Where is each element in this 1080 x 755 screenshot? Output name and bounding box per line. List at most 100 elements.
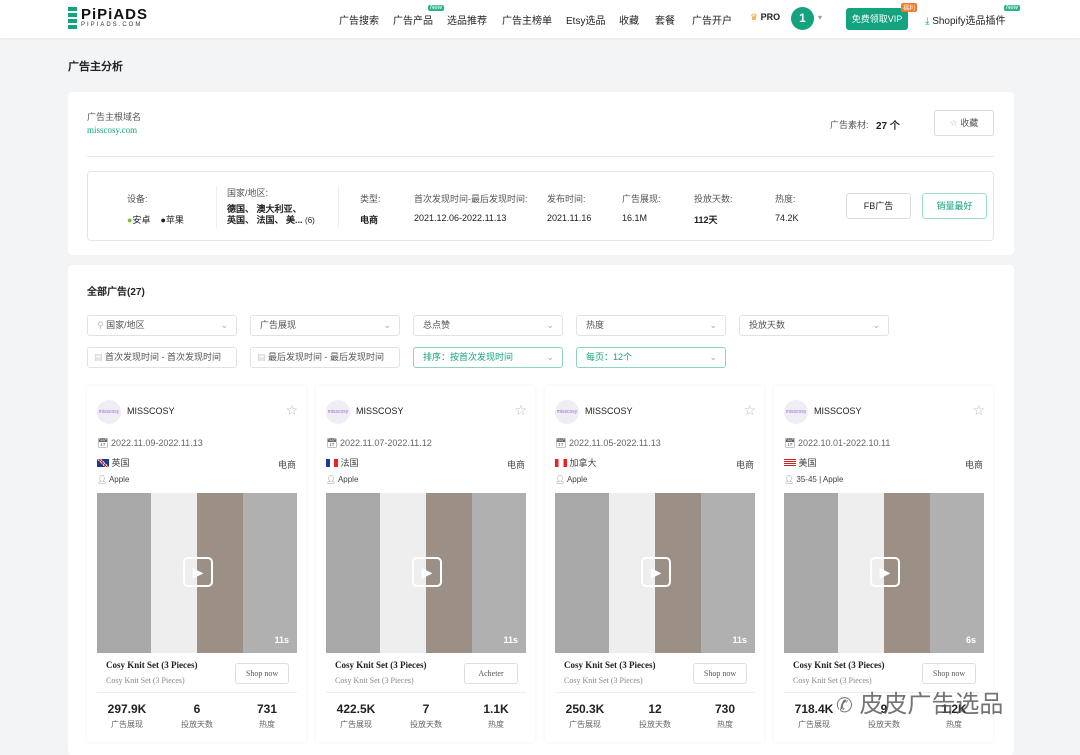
calendar-icon: ▤ <box>94 352 103 362</box>
star-icon[interactable]: ☆ <box>285 402 298 419</box>
ad-category: 电商 <box>735 460 754 470</box>
advertiser-card: 广告主根域名 misscosy.com 广告素材: 27 个 ☆ 收藏 设备: ●… <box>68 92 1014 255</box>
countries: 德国、 澳大利亚、 <box>227 204 302 214</box>
ad-date-range: 📅︎ 2022.10.01-2022.10.11 <box>784 438 891 448</box>
product-subtitle: Cosy Knit Set (3 Pieces) <box>106 676 185 685</box>
new-badge: New <box>1004 5 1021 11</box>
best-selling-button[interactable]: 销量最好 <box>922 193 987 219</box>
ad-video-thumbnail[interactable]: ▶ 11s <box>97 493 297 653</box>
ad-video-thumbnail[interactable]: ▶ 6s <box>784 493 984 653</box>
flag-icon <box>326 459 338 467</box>
device-label: 设备: <box>127 194 148 204</box>
stat-impressions: 250.3K 广告展现 <box>565 702 605 729</box>
new-badge: New <box>428 5 445 11</box>
ad-brand-name[interactable]: MISSCOSY <box>356 406 404 416</box>
calendar-icon: 📅︎ <box>326 438 338 448</box>
domain-label: 广告主根域名 <box>87 112 142 122</box>
play-icon[interactable]: ▶ <box>412 557 442 587</box>
ad-audience: 👤︎ 35-45 | Apple <box>784 475 844 484</box>
nav-ad-search[interactable]: 广告搜索 <box>339 12 379 27</box>
brand-logo: misscosy <box>784 400 808 424</box>
video-duration: 11s <box>503 635 518 645</box>
user-avatar[interactable]: 1 <box>791 7 814 30</box>
nav-product-recommend[interactable]: 选品推荐 <box>447 12 487 27</box>
cta-button[interactable]: Shop now <box>922 663 976 684</box>
ad-brand-name[interactable]: MISSCOSY <box>814 406 862 416</box>
top-header: PiPiADS PIPIADS.COM 广告搜索 广告产品 New 选品推荐 广告… <box>0 0 1080 38</box>
ad-brand-name[interactable]: MISSCOSY <box>127 406 175 416</box>
country-filter[interactable]: ⚲ 国家/地区 ⌄ <box>87 315 237 336</box>
all-ads-title: 全部广告(27) <box>87 287 145 298</box>
star-icon: ☆ <box>949 118 958 128</box>
page-title: 广告主分析 <box>68 61 123 73</box>
sort-select[interactable]: 排序：按首次发现时间 ⌄ <box>413 347 563 368</box>
calendar-icon: 📅︎ <box>97 438 109 448</box>
shopify-plugin-link[interactable]: ⤓ Shopify选品插件 <box>925 12 1006 27</box>
cta-button[interactable]: Shop now <box>235 663 289 684</box>
ad-audience: 👤︎ Apple <box>555 475 588 484</box>
fb-ads-button[interactable]: FB广告 <box>846 193 911 219</box>
user-icon: 👤︎ <box>555 475 566 484</box>
ad-date-range: 📅︎ 2022.11.09-2022.11.13 <box>97 438 203 448</box>
ad-country: 美国 <box>784 456 817 469</box>
ad-category: 电商 <box>277 460 296 470</box>
type-label: 类型: <box>360 194 381 204</box>
ad-video-thumbnail[interactable]: ▶ 11s <box>326 493 526 653</box>
flag-icon <box>97 459 109 467</box>
range-value: 2021.12.06-2022.11.13 <box>414 213 507 223</box>
last-seen-date-range[interactable]: ▤ 最后发现时间 - 最后发现时间 <box>250 347 400 368</box>
heat-filter[interactable]: 热度 ⌄ <box>576 315 726 336</box>
divider <box>87 156 994 157</box>
product-title: Cosy Knit Set (3 Pieces) <box>335 660 427 670</box>
product-subtitle: Cosy Knit Set (3 Pieces) <box>335 676 414 685</box>
nav-ad-products[interactable]: 广告产品 <box>393 12 433 27</box>
cta-button[interactable]: Shop now <box>693 663 747 684</box>
favorite-button[interactable]: ☆ 收藏 <box>934 110 994 136</box>
impressions-filter[interactable]: 广告展现 ⌄ <box>250 315 400 336</box>
free-vip-button[interactable]: 免费领取VIP <box>846 8 908 30</box>
calendar-icon: 📅︎ <box>784 438 796 448</box>
product-subtitle: Cosy Knit Set (3 Pieces) <box>564 676 643 685</box>
play-icon[interactable]: ▶ <box>183 557 213 587</box>
nav-etsy[interactable]: Etsy选品 <box>566 12 605 27</box>
nav-advertiser-ranking[interactable]: 广告主榜单 <box>502 12 552 27</box>
star-icon[interactable]: ☆ <box>514 402 527 419</box>
type-value: 电商 <box>360 215 379 225</box>
ad-video-thumbnail[interactable]: ▶ 11s <box>555 493 755 653</box>
play-icon[interactable]: ▶ <box>870 557 900 587</box>
device-android: 安卓 <box>132 215 151 225</box>
calendar-icon: 📅︎ <box>555 438 567 448</box>
days-filter[interactable]: 投放天数 ⌄ <box>739 315 889 336</box>
pro-badge[interactable]: ♛ PRO <box>750 12 780 23</box>
stat-days: 12 投放天数 <box>639 702 671 729</box>
ad-date-range: 📅︎ 2022.11.07-2022.11.12 <box>326 438 432 448</box>
product-title: Cosy Knit Set (3 Pieces) <box>793 660 885 670</box>
nav-ad-account[interactable]: 广告开户 <box>692 12 732 27</box>
divider <box>326 692 526 693</box>
nav-favorites[interactable]: 收藏 <box>619 12 639 27</box>
chevron-down-icon[interactable]: ▾ <box>818 13 822 22</box>
video-duration: 11s <box>732 635 747 645</box>
per-page-select[interactable]: 每页：12个 ⌄ <box>576 347 726 368</box>
ad-audience: 👤︎ Apple <box>326 475 359 484</box>
countries: 英国、 法国、 美... <box>227 215 303 225</box>
country-count[interactable]: (6) <box>305 216 315 225</box>
ad-brand-name[interactable]: MISSCOSY <box>585 406 633 416</box>
nav-plans[interactable]: 套餐 <box>655 12 675 27</box>
advertiser-domain[interactable]: misscosy.com <box>87 125 137 135</box>
cta-button[interactable]: Acheter <box>464 663 518 684</box>
download-icon: ⤓ <box>925 16 930 27</box>
gift-badge: 福利 <box>901 3 918 12</box>
days-label: 投放天数: <box>694 194 733 204</box>
pipiads-logo[interactable]: PiPiADS PIPIADS.COM <box>68 7 148 29</box>
location-icon: ⚲ <box>97 320 104 330</box>
ad-card[interactable]: misscosy MISSCOSY ☆ 📅︎ 2022.11.09-2022.1… <box>87 386 306 742</box>
first-seen-date-range[interactable]: ▤ 首次发现时间 - 首次发现时间 <box>87 347 237 368</box>
ad-card[interactable]: misscosy MISSCOSY ☆ 📅︎ 2022.11.07-2022.1… <box>316 386 535 742</box>
ad-card[interactable]: misscosy MISSCOSY ☆ 📅︎ 2022.11.05-2022.1… <box>545 386 764 742</box>
likes-filter[interactable]: 总点赞 ⌄ <box>413 315 563 336</box>
play-icon[interactable]: ▶ <box>641 557 671 587</box>
user-icon: 👤︎ <box>784 475 795 484</box>
star-icon[interactable]: ☆ <box>972 402 985 419</box>
star-icon[interactable]: ☆ <box>743 402 756 419</box>
